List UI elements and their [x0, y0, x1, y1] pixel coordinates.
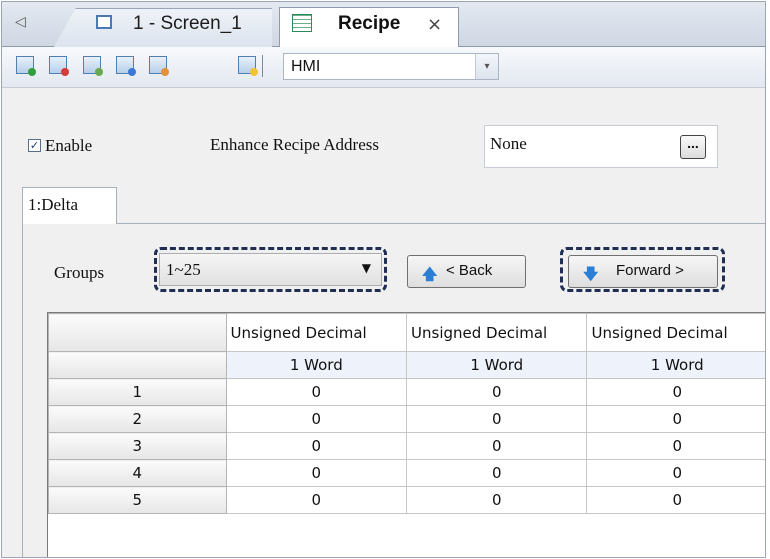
table-cell[interactable]: 0 — [586, 405, 765, 433]
enable-label: Enable — [45, 136, 93, 155]
document-tab-strip: ◁ 1 - Screen_1 Recipe × — [2, 2, 765, 47]
tab-screen-1-label[interactable]: 1 - Screen_1 — [133, 13, 242, 35]
table-cell[interactable]: 0 — [225, 378, 408, 406]
screen-icon — [96, 15, 112, 29]
table-cell[interactable]: 0 — [225, 459, 408, 487]
table-row: 5 0 0 0 — [48, 486, 765, 514]
grid-corner-cell — [48, 313, 227, 352]
enhance-recipe-address-label: Enhance Recipe Address — [210, 135, 379, 154]
delete-recipe-icon[interactable] — [49, 56, 69, 76]
arrow-up-icon: 🡅 — [422, 265, 438, 283]
chevron-down-icon[interactable]: ▾ — [475, 54, 498, 79]
recipe-grid: Unsigned Decimal Unsigned Decimal Unsign… — [47, 312, 765, 557]
size-row-header — [48, 351, 227, 379]
row-header[interactable]: 4 — [48, 459, 227, 487]
table-header-row: Unsigned Decimal Unsigned Decimal Unsign… — [48, 313, 765, 352]
recipe-editor-window: ◁ 1 - Screen_1 Recipe × HMI ▾ ✓ Enable E… — [1, 1, 766, 558]
device-select-value: HMI — [291, 58, 321, 75]
table-cell[interactable]: 0 — [586, 459, 765, 487]
device-select[interactable]: HMI ▾ — [283, 53, 499, 80]
table-cell[interactable]: 0 — [225, 432, 408, 460]
table-cell[interactable]: 0 — [586, 378, 765, 406]
size-cell[interactable]: 1 Word — [586, 351, 765, 379]
groups-label: Groups — [54, 263, 105, 282]
row-header[interactable]: 2 — [48, 405, 227, 433]
table-row: 1 0 0 0 — [48, 378, 765, 406]
groups-highlight-box — [154, 247, 387, 292]
table-cell[interactable]: 0 — [406, 459, 588, 487]
table-row: 2 0 0 0 — [48, 405, 765, 433]
scroll-left-icon[interactable]: ◁ — [15, 14, 26, 30]
back-button-label: < Back — [446, 262, 493, 279]
table-cell[interactable]: 0 — [406, 378, 588, 406]
size-row: 1 Word 1 Word 1 Word — [48, 351, 765, 379]
table-cell[interactable]: 0 — [225, 486, 408, 514]
row-header[interactable]: 3 — [48, 432, 227, 460]
table-cell[interactable]: 0 — [586, 432, 765, 460]
back-button[interactable]: 🡅 < Back — [407, 255, 526, 288]
table-cell[interactable]: 0 — [406, 432, 588, 460]
tab-recipe-label[interactable]: Recipe — [338, 13, 400, 35]
column-header[interactable]: Unsigned Decimal — [225, 313, 408, 352]
table-row: 3 0 0 0 — [48, 432, 765, 460]
toolbar-separator — [262, 55, 263, 77]
add-recipe-icon[interactable] — [16, 56, 36, 76]
edit-icon[interactable] — [238, 56, 258, 76]
enhance-recipe-address-value: None — [490, 134, 527, 153]
recipe-table: Unsigned Decimal Unsigned Decimal Unsign… — [48, 313, 765, 514]
browse-button[interactable]: ... — [680, 135, 706, 159]
recipe-table-icon — [292, 14, 312, 32]
table-cell[interactable]: 0 — [586, 486, 765, 514]
table-cell[interactable]: 0 — [406, 486, 588, 514]
paint-icon[interactable] — [149, 56, 169, 76]
tab-sheet-delta-label[interactable]: 1:Delta — [28, 195, 78, 215]
table-cell[interactable]: 0 — [225, 405, 408, 433]
size-cell[interactable]: 1 Word — [406, 351, 588, 379]
row-header[interactable]: 1 — [48, 378, 227, 406]
enable-checkbox[interactable]: ✓ — [28, 139, 41, 152]
table-row: 4 0 0 0 — [48, 459, 765, 487]
column-header[interactable]: Unsigned Decimal — [406, 313, 588, 352]
size-cell[interactable]: 1 Word — [225, 351, 408, 379]
column-header[interactable]: Unsigned Decimal — [586, 313, 765, 352]
forward-highlight-box — [560, 247, 725, 292]
close-icon[interactable]: × — [427, 14, 442, 35]
recipe-toolbar: HMI ▾ — [2, 47, 765, 88]
import-icon[interactable] — [83, 56, 103, 76]
row-header[interactable]: 5 — [48, 486, 227, 514]
export-icon[interactable] — [116, 56, 136, 76]
table-cell[interactable]: 0 — [406, 405, 588, 433]
